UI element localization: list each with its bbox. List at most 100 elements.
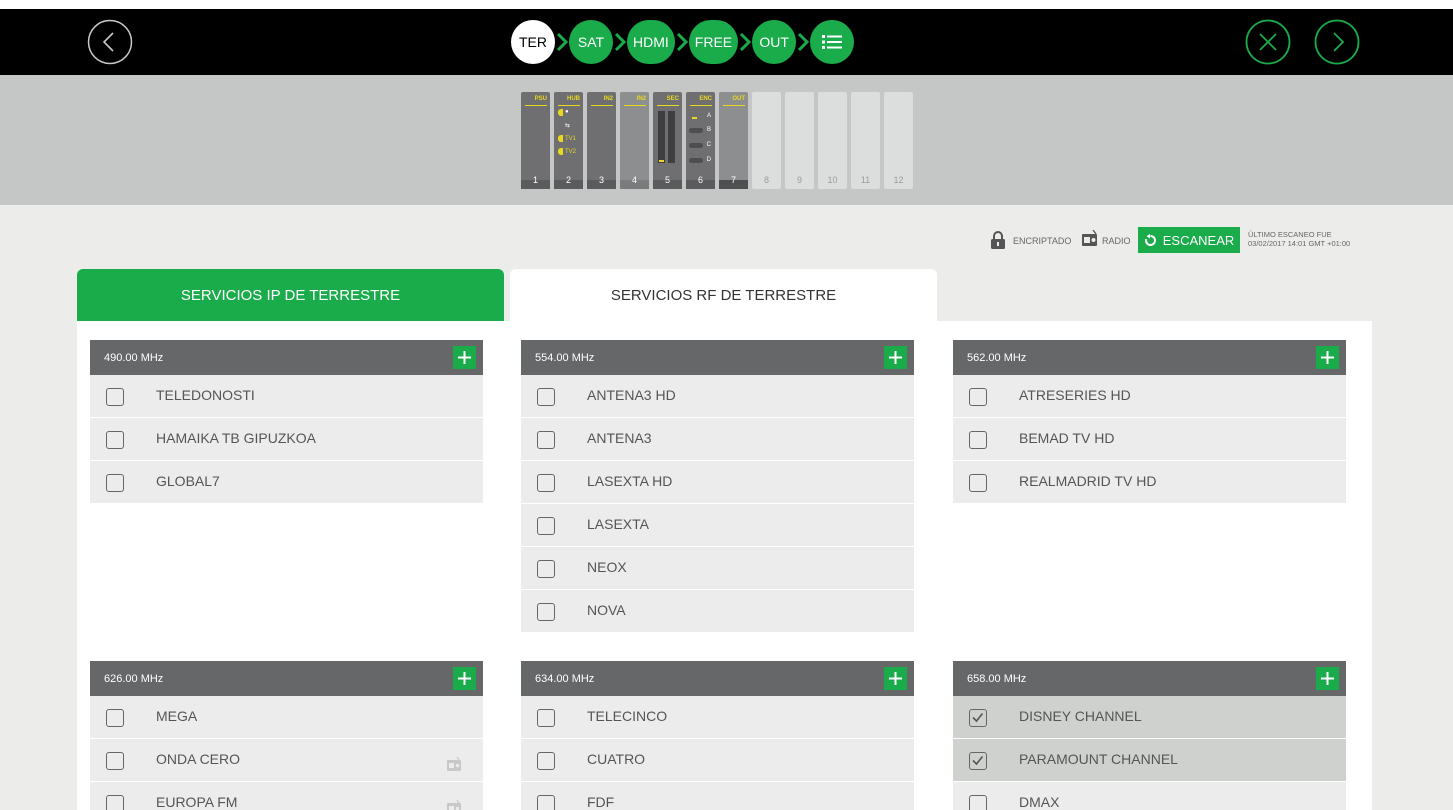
- service-row[interactable]: GLOBAL7: [90, 461, 483, 504]
- slot-label: OUT: [732, 96, 745, 102]
- service-checkbox[interactable]: [969, 752, 987, 770]
- checkmark-icon: [972, 713, 984, 723]
- service-row[interactable]: ONDA CERO: [90, 739, 483, 782]
- slot-label: PSU: [534, 96, 547, 102]
- frequency-header: 562.00 MHz: [953, 340, 1346, 375]
- add-service-button[interactable]: [884, 346, 907, 369]
- service-name: NEOX: [587, 559, 627, 575]
- service-row[interactable]: MEGA: [90, 696, 483, 739]
- slot-number: 8: [763, 175, 769, 185]
- slot-8[interactable]: 8: [752, 92, 781, 189]
- slot-5[interactable]: SEC 5: [653, 92, 682, 189]
- slot-3[interactable]: IN2 3: [587, 92, 616, 189]
- service-name: LASEXTA: [587, 516, 649, 532]
- service-row[interactable]: HAMAIKA TB GIPUZKOA: [90, 418, 483, 461]
- service-checkbox[interactable]: [537, 795, 555, 810]
- slot-number: 6: [697, 175, 703, 185]
- service-checkbox[interactable]: [969, 795, 987, 810]
- next-button[interactable]: [1314, 19, 1360, 65]
- close-icon: [1245, 19, 1291, 65]
- service-row[interactable]: LASEXTA HD: [521, 461, 914, 504]
- service-name: ATRESERIES HD: [1019, 387, 1131, 403]
- service-row[interactable]: EUROPA FM: [90, 782, 483, 810]
- add-service-button[interactable]: [453, 346, 476, 369]
- slot-7[interactable]: OUT 7: [719, 92, 748, 189]
- service-checkbox[interactable]: [106, 474, 124, 492]
- close-button[interactable]: [1245, 19, 1291, 65]
- frequency-label: 554.00 MHz: [535, 351, 595, 364]
- slot-2[interactable]: HUB ● ⇆ TV1 TV2 2: [554, 92, 583, 189]
- slot-number: 12: [893, 175, 904, 185]
- service-row[interactable]: ANTENA3: [521, 418, 914, 461]
- chevron-right-icon: [555, 20, 569, 64]
- service-row[interactable]: ATRESERIES HD: [953, 375, 1346, 418]
- add-service-button[interactable]: [1316, 346, 1339, 369]
- plus-icon: [458, 351, 471, 364]
- service-checkbox[interactable]: [106, 752, 124, 770]
- service-checkbox[interactable]: [106, 709, 124, 727]
- slot-number: 1: [532, 175, 538, 185]
- step-free[interactable]: FREE: [688, 20, 739, 64]
- service-row[interactable]: BEMAD TV HD: [953, 418, 1346, 461]
- service-checkbox[interactable]: [537, 474, 555, 492]
- slot-9[interactable]: 9: [785, 92, 814, 189]
- step-hdmi[interactable]: HDMI: [627, 20, 675, 64]
- service-row[interactable]: DMAX: [953, 782, 1346, 810]
- slot-number: 7: [730, 175, 736, 185]
- service-name: ANTENA3: [587, 430, 652, 446]
- step-sat[interactable]: SAT: [569, 20, 613, 64]
- service-checkbox[interactable]: [969, 709, 987, 727]
- service-row[interactable]: TELEDONOSTI: [90, 375, 483, 418]
- service-row[interactable]: PARAMOUNT CHANNEL: [953, 739, 1346, 782]
- scan-button[interactable]: ESCANEAR: [1138, 227, 1240, 253]
- service-checkbox[interactable]: [537, 709, 555, 727]
- service-checkbox[interactable]: [537, 517, 555, 535]
- slot-6[interactable]: ENC A B C D 6: [686, 92, 715, 189]
- tab-ip-services[interactable]: SERVICIOS IP DE TERRESTRE: [77, 269, 504, 321]
- frequency-panel: 658.00 MHz DISNEY CHANNEL PARAMOUNT CHANNE…: [953, 661, 1346, 810]
- service-name: FDF: [587, 794, 615, 810]
- service-checkbox[interactable]: [969, 474, 987, 492]
- service-checkbox[interactable]: [537, 388, 555, 406]
- service-checkbox[interactable]: [969, 431, 987, 449]
- slot-12[interactable]: 12: [884, 92, 913, 189]
- add-service-button[interactable]: [1316, 667, 1339, 690]
- service-row[interactable]: TELECINCO: [521, 696, 914, 739]
- service-checkbox[interactable]: [537, 560, 555, 578]
- step-ter[interactable]: TER: [511, 20, 555, 64]
- last-scan-info: ÚLTIMO ESCANEO FUE 03/02/2017 14:01 GMT …: [1248, 230, 1350, 248]
- service-row[interactable]: REALMADRID TV HD: [953, 461, 1346, 504]
- service-row[interactable]: CUATRO: [521, 739, 914, 782]
- service-checkbox[interactable]: [537, 603, 555, 621]
- back-button[interactable]: [87, 19, 133, 65]
- service-checkbox[interactable]: [106, 795, 124, 810]
- slot-1[interactable]: PSU 1: [521, 92, 550, 189]
- service-row[interactable]: FDF: [521, 782, 914, 810]
- tab-rf-services[interactable]: SERVICIOS RF DE TERRESTRE: [510, 269, 937, 321]
- service-checkbox[interactable]: [969, 388, 987, 406]
- service-checkbox[interactable]: [537, 431, 555, 449]
- step-list[interactable]: [810, 20, 855, 64]
- service-row[interactable]: ANTENA3 HD: [521, 375, 914, 418]
- add-service-button[interactable]: [884, 667, 907, 690]
- service-checkbox[interactable]: [106, 388, 124, 406]
- add-service-button[interactable]: [453, 667, 476, 690]
- plus-icon: [889, 672, 902, 685]
- service-row[interactable]: NOVA: [521, 590, 914, 633]
- power-icon: ●: [565, 109, 569, 115]
- radio-icon: [446, 756, 462, 771]
- service-row[interactable]: NEOX: [521, 547, 914, 590]
- radio-legend: RADIO: [1102, 236, 1131, 246]
- service-row[interactable]: DISNEY CHANNEL: [953, 696, 1346, 739]
- slot-4[interactable]: IN2 4: [620, 92, 649, 189]
- slot-number: 5: [664, 175, 670, 185]
- service-checkbox[interactable]: [106, 431, 124, 449]
- step-out[interactable]: OUT: [752, 20, 797, 64]
- slot-11[interactable]: 11: [851, 92, 880, 189]
- service-checkbox[interactable]: [537, 752, 555, 770]
- radio-icon: [446, 799, 462, 810]
- slot-10[interactable]: 10: [818, 92, 847, 189]
- service-name: NOVA: [587, 602, 626, 618]
- frequency-header: 626.00 MHz: [90, 661, 483, 696]
- service-row[interactable]: LASEXTA: [521, 504, 914, 547]
